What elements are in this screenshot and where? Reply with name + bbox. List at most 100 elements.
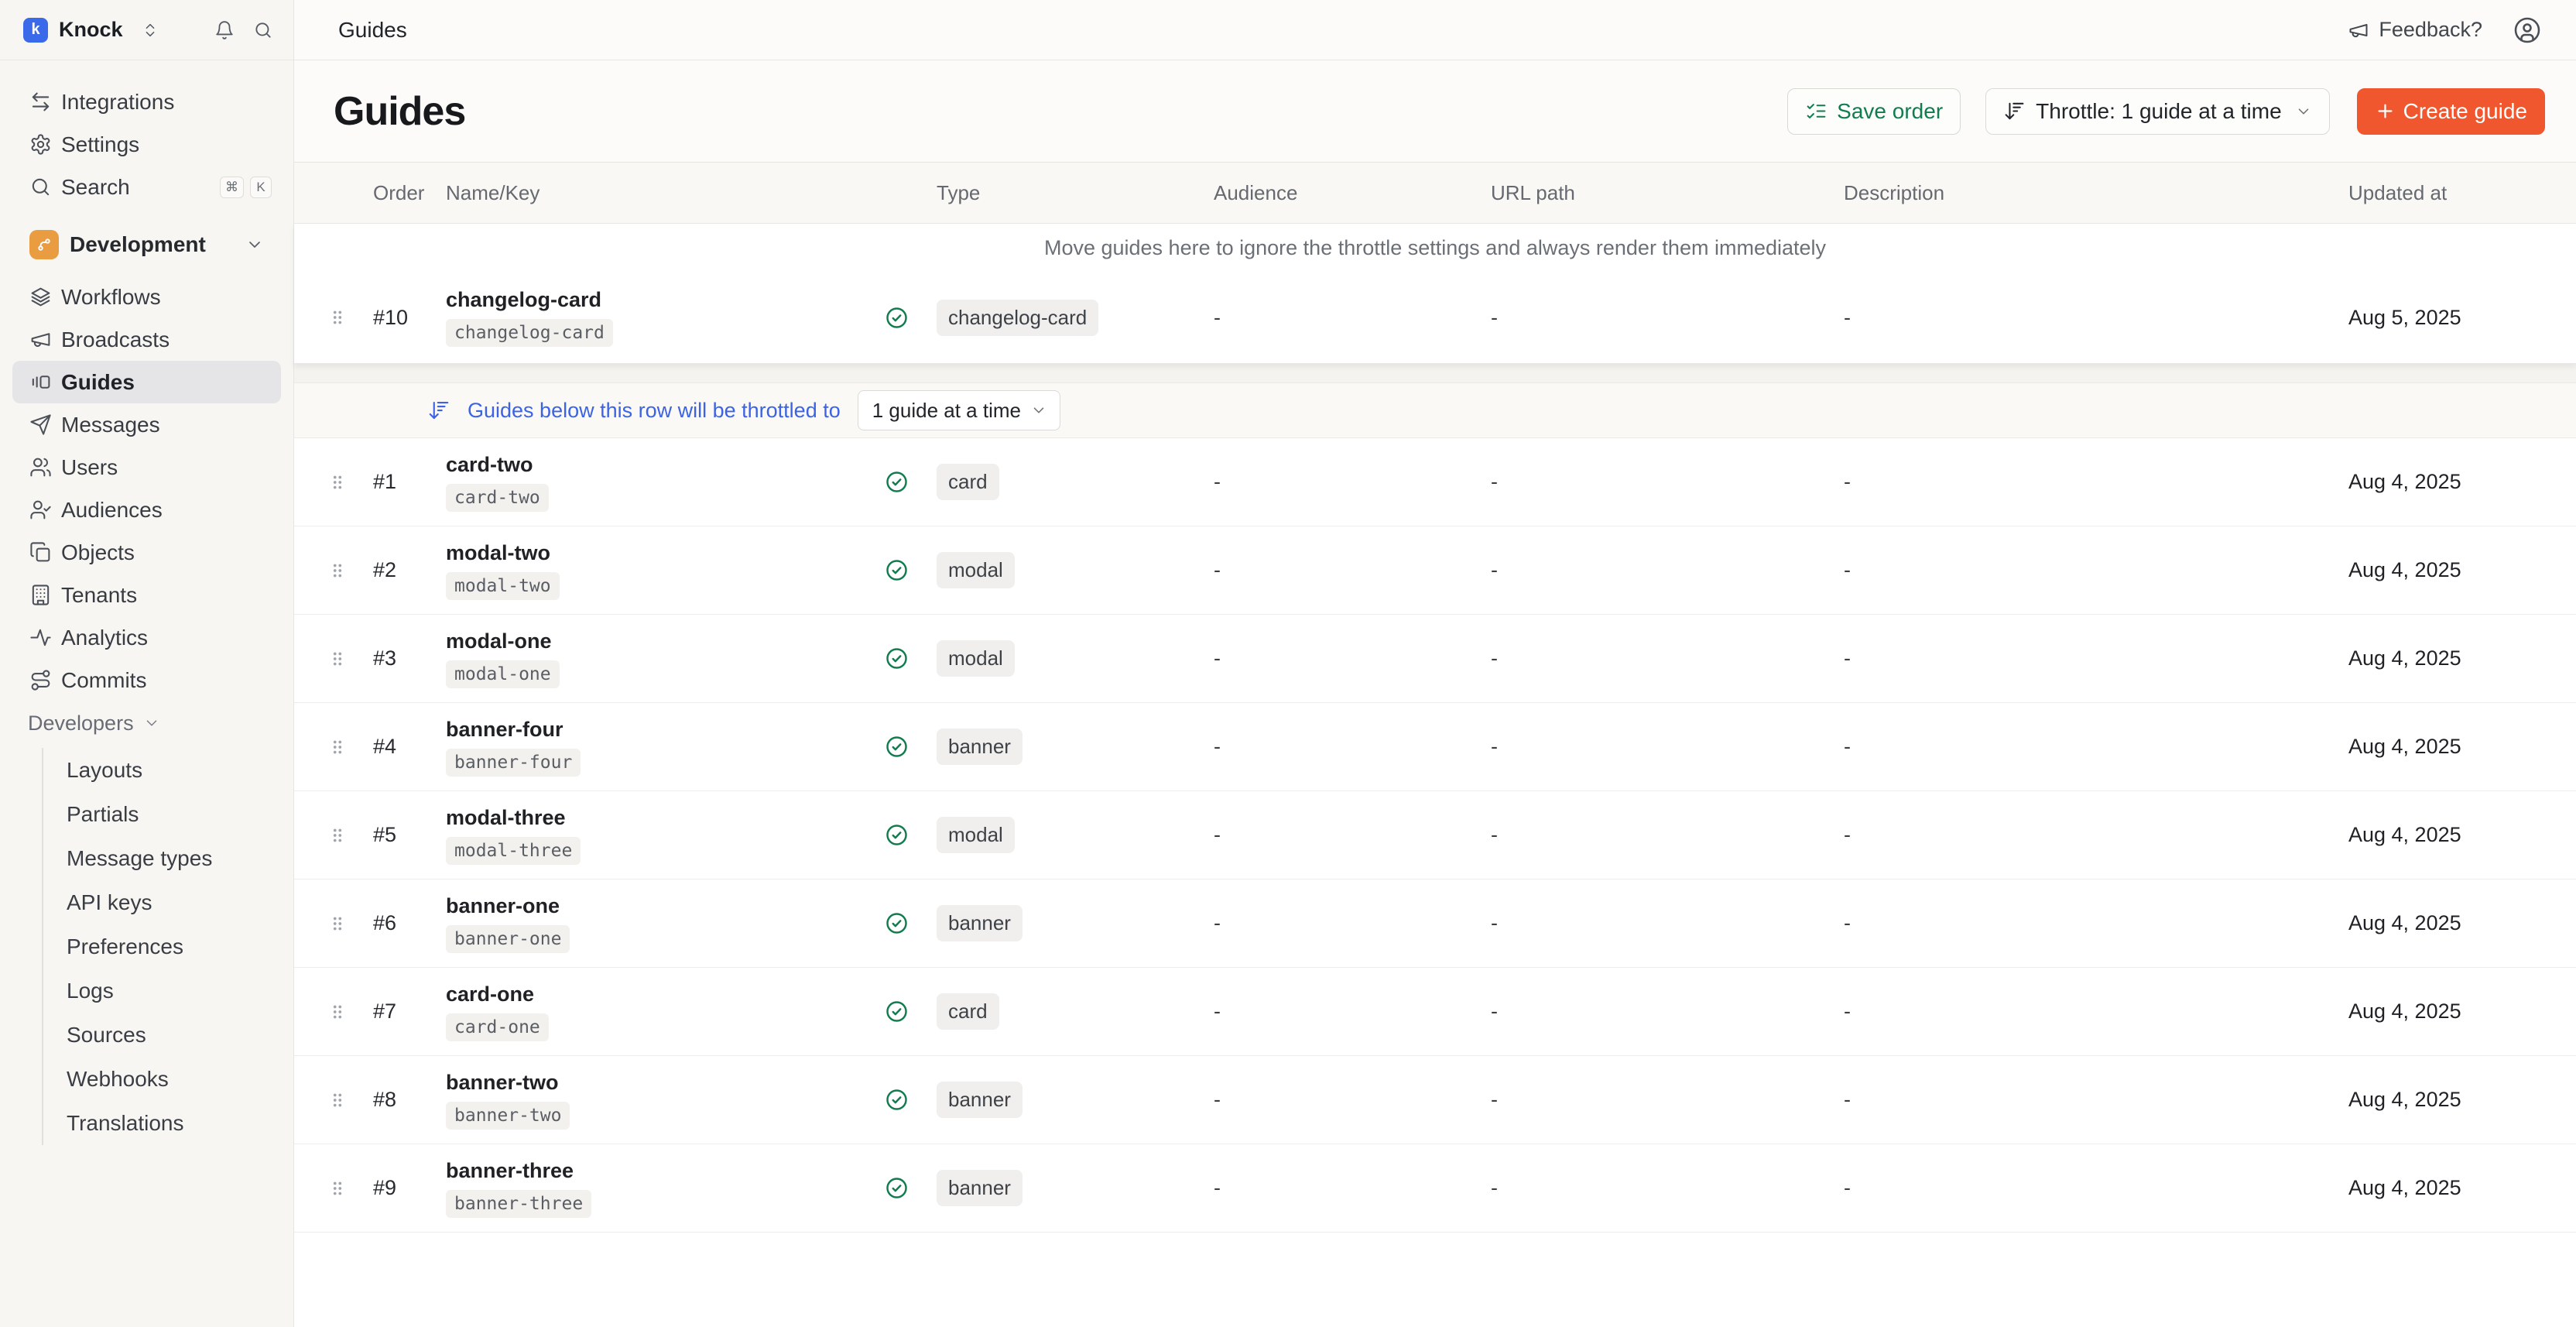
sidebar-item[interactable]: Guides — [12, 361, 281, 403]
sidebar-item[interactable]: Audiences — [12, 489, 281, 531]
drag-handle[interactable] — [317, 561, 358, 580]
sidebar-item-settings[interactable]: Settings — [12, 123, 281, 166]
guide-updated-at: Aug 4, 2025 — [2308, 646, 2545, 670]
guide-status-cell — [872, 1088, 921, 1112]
guide-name-cell: modal-one modal-one — [440, 629, 872, 688]
guide-type-cell: modal — [921, 552, 1186, 588]
avatar[interactable] — [2513, 16, 2541, 44]
guide-row[interactable]: #8 banner-two banner-two banner - - - Au… — [294, 1056, 2576, 1144]
guide-row[interactable]: #6 banner-one banner-one banner - - - Au… — [294, 880, 2576, 968]
drag-handle[interactable] — [317, 308, 358, 327]
sidebar-nav: Integrations Settings Search ⌘ K Develop… — [0, 60, 293, 1145]
workspace-header: k Knock — [0, 0, 293, 60]
drag-handle[interactable] — [317, 1003, 358, 1021]
environment-switcher[interactable]: Development — [12, 222, 281, 267]
sidebar-item[interactable]: Broadcasts — [12, 318, 281, 361]
guide-row[interactable]: #10 changelog-card changelog-card change… — [294, 272, 2576, 363]
group-divider-gap — [294, 364, 2576, 382]
developers-sub-item[interactable]: Sources — [43, 1013, 293, 1057]
chevron-down-icon — [2295, 103, 2312, 120]
drag-handle[interactable] — [317, 738, 358, 756]
developers-sub-item[interactable]: Logs — [43, 969, 293, 1013]
guide-url-path: - — [1464, 1176, 1813, 1200]
guide-audience: - — [1186, 646, 1464, 670]
create-guide-button[interactable]: Create guide — [2357, 88, 2545, 135]
sidebar-item-integrations[interactable]: Integrations — [12, 81, 281, 123]
sidebar-item[interactable]: Tenants — [12, 574, 281, 616]
drag-handle[interactable] — [317, 1091, 358, 1109]
guide-url-path: - — [1464, 646, 1813, 670]
plus-icon — [2375, 101, 2396, 122]
developers-sub-item[interactable]: Preferences — [43, 924, 293, 969]
guide-updated-at: Aug 4, 2025 — [2308, 1000, 2545, 1024]
sidebar-item[interactable]: Objects — [12, 531, 281, 574]
developers-sub-item[interactable]: API keys — [43, 880, 293, 924]
column-description: Description — [1813, 181, 2308, 205]
guide-row[interactable]: #9 banner-three banner-three banner - - … — [294, 1144, 2576, 1233]
search-icon[interactable] — [253, 20, 273, 40]
drag-handle[interactable] — [317, 914, 358, 933]
throttle-dropdown[interactable]: Throttle: 1 guide at a time — [1985, 88, 2330, 135]
developers-sub-item[interactable]: Webhooks — [43, 1057, 293, 1101]
sidebar-item[interactable]: Commits — [12, 659, 281, 701]
sidebar-main-nav: Workflows Broadcasts Guides Mess — [0, 276, 293, 701]
guide-description: - — [1813, 911, 2308, 935]
sidebar-item[interactable]: Messages — [12, 403, 281, 446]
guide-row[interactable]: #2 modal-two modal-two modal - - - Aug 4… — [294, 526, 2576, 615]
column-name-key: Name/Key — [440, 181, 872, 205]
knock-logo[interactable]: k — [23, 18, 48, 43]
guide-updated-at: Aug 4, 2025 — [2308, 823, 2545, 847]
check-circle-icon — [885, 1000, 909, 1024]
sidebar-item[interactable]: Workflows — [12, 276, 281, 318]
guide-key: banner-four — [446, 749, 581, 777]
environment-name: Development — [70, 232, 206, 257]
guide-row[interactable]: #5 modal-three modal-three modal - - - A… — [294, 791, 2576, 880]
sidebar-item[interactable]: Users — [12, 446, 281, 489]
drag-handle[interactable] — [317, 1179, 358, 1198]
developers-sub-item[interactable]: Message types — [43, 836, 293, 880]
guide-row[interactable]: #3 modal-one modal-one modal - - - Aug 4… — [294, 615, 2576, 703]
developers-sub-item[interactable]: Translations — [43, 1101, 293, 1145]
guide-name-cell: card-one card-one — [440, 982, 872, 1041]
guide-row[interactable]: #4 banner-four banner-four banner - - - … — [294, 703, 2576, 791]
guide-status-cell — [872, 646, 921, 670]
guide-type-badge: banner — [937, 729, 1023, 765]
guide-type-cell: modal — [921, 817, 1186, 853]
developers-sub-item[interactable]: Partials — [43, 792, 293, 836]
developers-sub-item[interactable]: Layouts — [43, 748, 293, 792]
guide-name: banner-three — [446, 1159, 872, 1183]
developers-section-toggle[interactable]: Developers — [0, 701, 293, 745]
feedback-button[interactable]: Feedback? — [2348, 18, 2482, 42]
workflows-icon — [29, 286, 52, 308]
guide-status-cell — [872, 470, 921, 494]
guide-row[interactable]: #7 card-one card-one card - - - Aug 4, 2… — [294, 968, 2576, 1056]
bell-icon[interactable] — [214, 20, 235, 40]
guide-url-path: - — [1464, 1088, 1813, 1112]
list-checks-icon — [1805, 100, 1828, 122]
drag-handle[interactable] — [317, 650, 358, 668]
developers-sub-nav: Layouts Partials Message types API keys … — [42, 748, 293, 1145]
guide-description: - — [1813, 470, 2308, 494]
guide-order: #4 — [358, 735, 440, 759]
route-icon — [29, 669, 52, 691]
guide-name: card-two — [446, 453, 872, 477]
save-order-button[interactable]: Save order — [1787, 88, 1961, 135]
guide-row[interactable]: #1 card-two card-two card - - - Aug 4, 2… — [294, 438, 2576, 526]
guide-description: - — [1813, 1088, 2308, 1112]
workspace-switcher-icon[interactable] — [142, 22, 159, 39]
guide-audience: - — [1186, 911, 1464, 935]
throttle-select[interactable]: 1 guide at a time — [858, 390, 1060, 430]
guide-updated-at: Aug 5, 2025 — [2308, 306, 2545, 330]
guide-name: changelog-card — [446, 288, 872, 312]
gear-icon — [29, 133, 52, 156]
drag-handle[interactable] — [317, 826, 358, 845]
sidebar-item-search[interactable]: Search ⌘ K — [12, 166, 281, 208]
guide-type-badge: modal — [937, 817, 1015, 853]
drag-handle[interactable] — [317, 473, 358, 492]
page-title: Guides — [334, 88, 465, 135]
sidebar-item[interactable]: Analytics — [12, 616, 281, 659]
search-icon — [29, 176, 52, 198]
throttle-divider: Guides below this row will be throttled … — [294, 382, 2576, 438]
building-icon — [29, 584, 52, 606]
megaphone-icon — [29, 328, 52, 351]
